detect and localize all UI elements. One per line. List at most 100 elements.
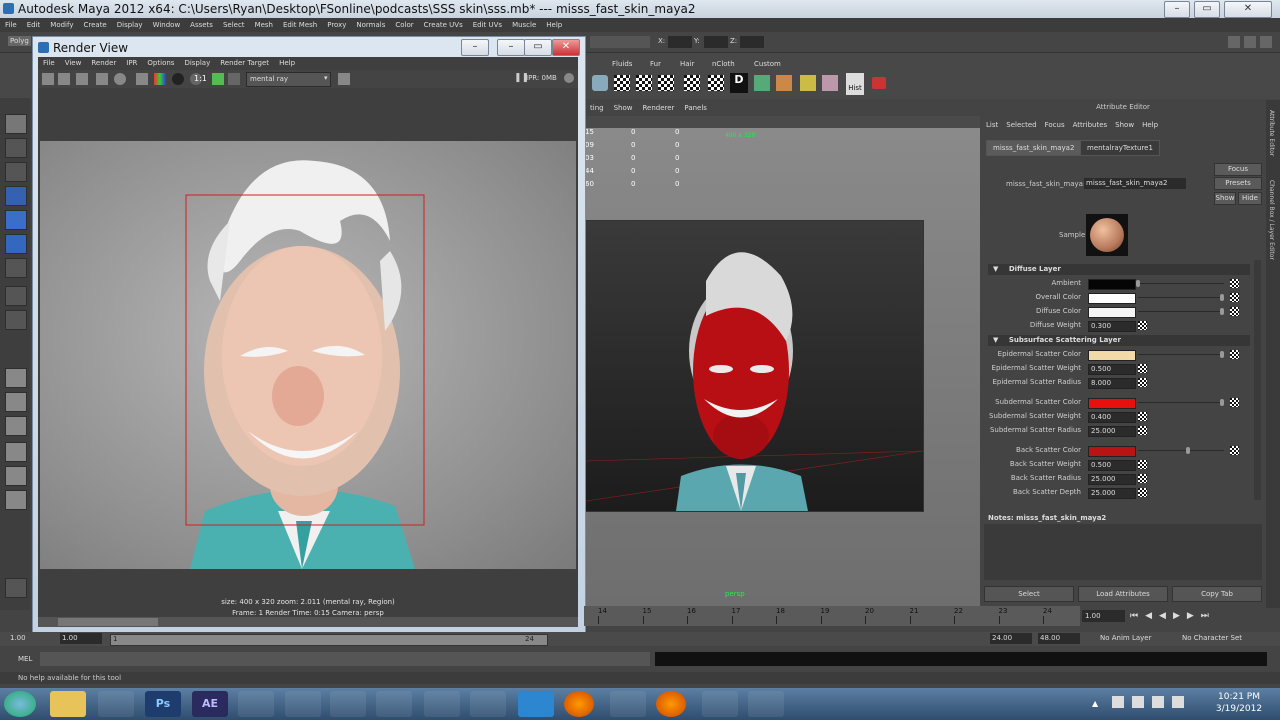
app-icon-11[interactable] (518, 691, 554, 717)
firefox-icon-2[interactable] (656, 691, 686, 717)
layout-four-icon[interactable] (5, 392, 27, 412)
attr-slider[interactable] (1138, 297, 1224, 298)
ae-menu-selected[interactable]: Selected (1002, 121, 1040, 129)
app-icon-15[interactable] (702, 691, 738, 717)
channel-box-icon[interactable] (1244, 36, 1256, 48)
map-button-icon[interactable] (1138, 426, 1147, 435)
side-tab-channel-box[interactable]: Channel Box / Layer Editor (1268, 180, 1275, 260)
attr-value-field[interactable]: 25.000 (1088, 488, 1136, 499)
tab-misss-fast-skin[interactable]: misss_fast_skin_maya2 (986, 140, 1082, 156)
channels-icon[interactable] (154, 73, 166, 85)
time-slider[interactable]: 14 15 16 17 18 19 20 21 22 23 24 (584, 606, 1080, 626)
slider-handle[interactable] (1186, 447, 1191, 454)
range-slider[interactable]: 1 24 (110, 634, 548, 646)
playback-controls[interactable]: ⏮◀◀▶▶⏭ (1130, 610, 1270, 622)
viewport-menu-lighting[interactable]: ting (585, 104, 609, 112)
lasso-tool-icon[interactable] (5, 138, 27, 158)
viewport-menu-panels[interactable]: Panels (679, 104, 712, 112)
ratio-label[interactable]: 1:1 (194, 74, 207, 83)
menu-normals[interactable]: Normals (351, 18, 390, 32)
ae-menu-attributes[interactable]: Attributes (1069, 121, 1112, 129)
menu-edit[interactable]: Edit (22, 18, 46, 32)
rv-menu-help[interactable]: Help (274, 57, 300, 70)
rendered-image[interactable] (40, 141, 576, 569)
menu-help[interactable]: Help (541, 18, 567, 32)
ipr-stop-icon[interactable] (564, 73, 574, 83)
manipulator-icon[interactable] (5, 258, 27, 278)
section-diffuse-layer[interactable]: ▼ Diffuse Layer (988, 264, 1250, 275)
map-button-icon[interactable] (1138, 321, 1147, 330)
layout-outliner-icon[interactable] (5, 442, 27, 462)
checker-icon[interactable] (614, 75, 630, 91)
color-swatch[interactable] (1088, 279, 1136, 290)
hide-button[interactable]: Hide (1238, 192, 1262, 205)
mode-selector[interactable]: Polyg (8, 36, 31, 46)
checker-icon-3[interactable] (658, 75, 674, 91)
map-button-icon[interactable] (1138, 378, 1147, 387)
mel-input[interactable] (40, 652, 650, 666)
explorer-icon[interactable] (50, 691, 86, 717)
color-swatch[interactable] (1088, 446, 1136, 457)
app-icon-5[interactable] (238, 691, 274, 717)
shelf-icon-3[interactable] (822, 75, 838, 91)
section-sss-layer[interactable]: ▼ Subsurface Scattering Layer (988, 335, 1250, 346)
menu-file[interactable]: File (0, 18, 22, 32)
app-icon-8[interactable] (376, 691, 412, 717)
copy-tab-button[interactable]: Copy Tab (1172, 586, 1262, 602)
shelf-icon-ft[interactable] (754, 75, 770, 91)
attr-value-field[interactable]: 25.000 (1088, 474, 1136, 485)
rv-restore-button[interactable]: – (497, 39, 525, 56)
rv-menu-view[interactable]: View (60, 57, 87, 70)
after-effects-icon[interactable]: AE (192, 691, 228, 717)
map-button-icon[interactable] (1230, 293, 1239, 302)
map-button-icon[interactable] (1138, 460, 1147, 469)
menu-create[interactable]: Create (78, 18, 111, 32)
layout-single-icon[interactable] (5, 368, 27, 388)
move-tool-icon[interactable] (5, 186, 27, 206)
rotate-tool-icon[interactable] (5, 210, 27, 230)
hypershade-icon[interactable]: D (730, 73, 748, 93)
perspective-viewport[interactable]: 15 0 0 09 0 0 03 0 0 44 0 0 60 0 0 400 x… (585, 128, 980, 606)
side-tab-attribute-editor[interactable]: Attribute Editor (1268, 110, 1275, 156)
attr-value-field[interactable]: 0.500 (1088, 460, 1136, 471)
attr-value-field[interactable]: 0.500 (1088, 364, 1136, 375)
tray-icon-1[interactable] (1112, 696, 1124, 708)
app-icon-16[interactable] (748, 691, 784, 717)
viewport-menu-show[interactable]: Show (609, 104, 638, 112)
rv-menu-render[interactable]: Render (86, 57, 121, 70)
system-clock[interactable]: 10:21 PM 3/19/2012 (1205, 691, 1273, 715)
attr-slider[interactable] (1138, 354, 1224, 355)
slider-handle[interactable] (1136, 280, 1140, 287)
app-icon-7[interactable] (330, 691, 366, 717)
scale-tool-icon[interactable] (5, 234, 27, 254)
attr-slider[interactable] (1138, 311, 1224, 312)
rv-maximize-button[interactable]: ▭ (524, 39, 552, 56)
rv-minimize-button[interactable]: – (461, 39, 489, 56)
map-button-icon[interactable] (1230, 279, 1239, 288)
notes-field[interactable] (984, 524, 1262, 580)
menu-window[interactable]: Window (148, 18, 186, 32)
shelf-icon-puzzle[interactable] (800, 75, 816, 91)
color-swatch[interactable] (1088, 398, 1136, 409)
viewport-icon-bar[interactable] (585, 116, 980, 128)
character-set-dropdown[interactable]: No Character Set (1182, 634, 1242, 642)
checker-icon-2[interactable] (636, 75, 652, 91)
shelf-tab-fluids[interactable]: Fluids (612, 60, 632, 68)
render-region-icon[interactable] (58, 73, 70, 85)
rv-close-button[interactable]: ✕ (552, 39, 580, 56)
attr-slider[interactable] (1138, 402, 1224, 403)
rv-menu-display[interactable]: Display (179, 57, 215, 70)
map-button-icon[interactable] (1138, 412, 1147, 421)
menu-mesh[interactable]: Mesh (250, 18, 278, 32)
attr-value-field[interactable]: 8.000 (1088, 378, 1136, 389)
close-button[interactable]: ✕ (1224, 1, 1272, 18)
attr-value-field[interactable]: 25.000 (1088, 426, 1136, 437)
ae-scrollbar[interactable] (1254, 260, 1261, 500)
map-button-icon[interactable] (1230, 446, 1239, 455)
keep-image-icon[interactable] (212, 73, 224, 85)
rv-scroll-thumb[interactable] (58, 618, 158, 626)
photoshop-icon[interactable]: Ps (145, 691, 181, 717)
menu-muscle[interactable]: Muscle (507, 18, 541, 32)
menu-modify[interactable]: Modify (45, 18, 78, 32)
shelf-tab-custom[interactable]: Custom (754, 60, 781, 68)
